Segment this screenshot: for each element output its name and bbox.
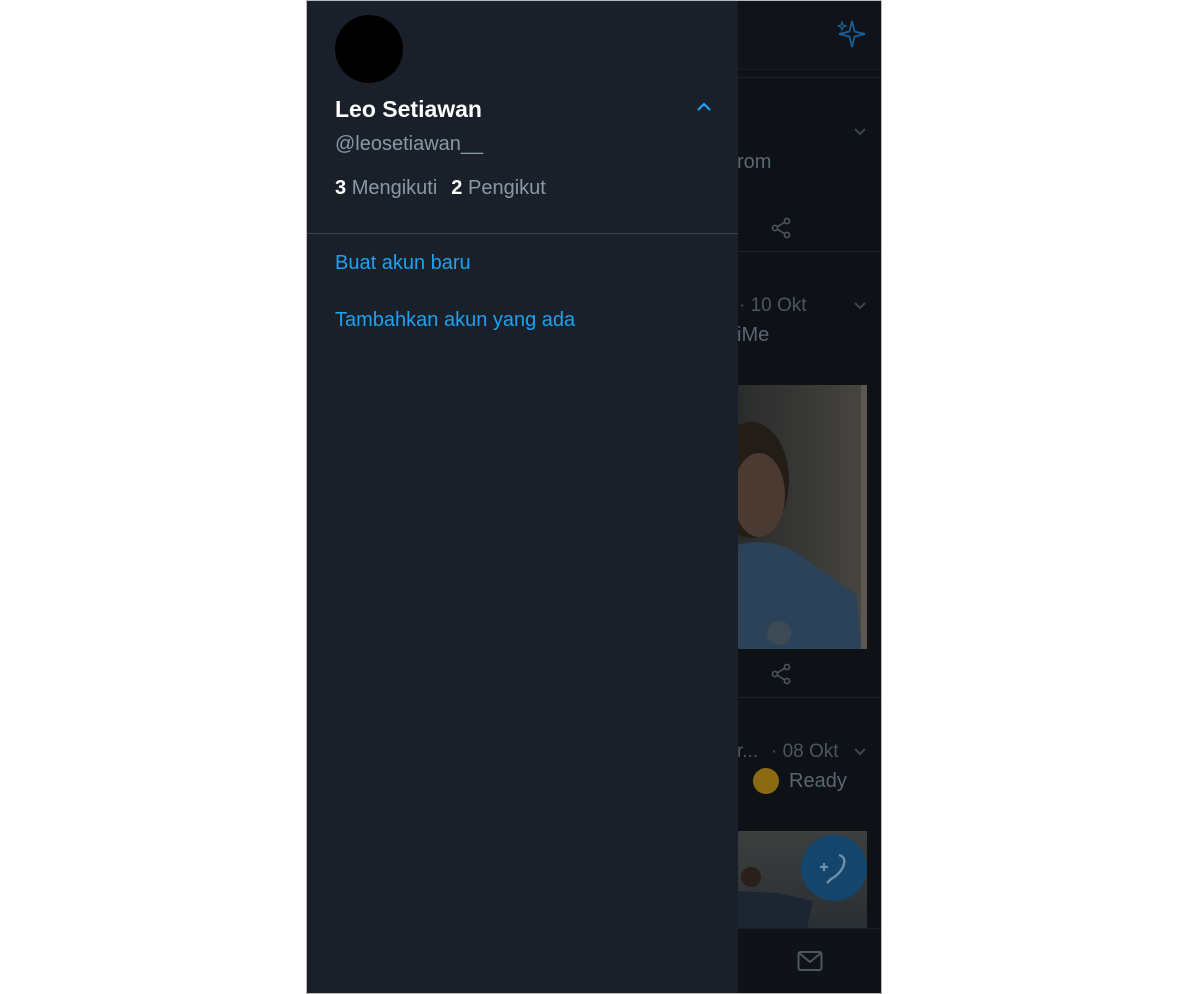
tweet-date: · 08 Okt: [771, 741, 839, 762]
follow-stats: 3 Mengikuti 2 Pengikut: [335, 177, 546, 200]
following-label: Mengikuti: [351, 177, 438, 199]
profile-handle: @leosetiawan__: [335, 133, 484, 155]
photo-edge: [861, 385, 867, 649]
tweet-text: iMe: [737, 324, 770, 346]
navigation-drawer: Leo Setiawan @leosetiawan__ 3 Mengikuti 2…: [307, 1, 738, 993]
compose-tweet-button[interactable]: [801, 835, 867, 901]
tweet-text: Ready: [789, 770, 847, 792]
followers-stat[interactable]: 2 Pengikut: [451, 177, 546, 199]
chevron-down-icon[interactable]: [853, 125, 867, 139]
chevron-down-icon[interactable]: [853, 745, 867, 759]
compose-tweet-icon: [820, 853, 846, 884]
tweet-date: · 10 Okt: [739, 295, 807, 316]
followers-count: 2: [451, 177, 463, 199]
smiley-emoji-icon: [753, 768, 779, 794]
phone-screen: rom · 10 Okt iMe r... · 08 Okt Ready Leo…: [306, 0, 882, 994]
profile-name: Leo Setiawan: [335, 96, 482, 122]
tweet-author: r...: [737, 741, 759, 762]
chevron-up-icon[interactable]: [695, 100, 713, 114]
mail-icon[interactable]: [797, 949, 823, 973]
share-icon[interactable]: [770, 663, 792, 685]
chevron-down-icon[interactable]: [853, 299, 867, 313]
share-icon[interactable]: [770, 217, 792, 239]
add-existing-account-link[interactable]: Tambahkan akun yang ada: [335, 309, 575, 332]
following-stat[interactable]: 3 Mengikuti: [335, 177, 437, 199]
avatar[interactable]: [335, 15, 403, 83]
create-account-link[interactable]: Buat akun baru: [335, 252, 471, 275]
sparkle-icon[interactable]: [837, 19, 867, 49]
following-count: 3: [335, 177, 347, 199]
followers-label: Pengikut: [467, 177, 546, 199]
tweet-photo[interactable]: [737, 385, 867, 649]
divider: [307, 233, 738, 234]
tweet-text: rom: [737, 151, 772, 173]
photo-figure: [737, 422, 861, 649]
